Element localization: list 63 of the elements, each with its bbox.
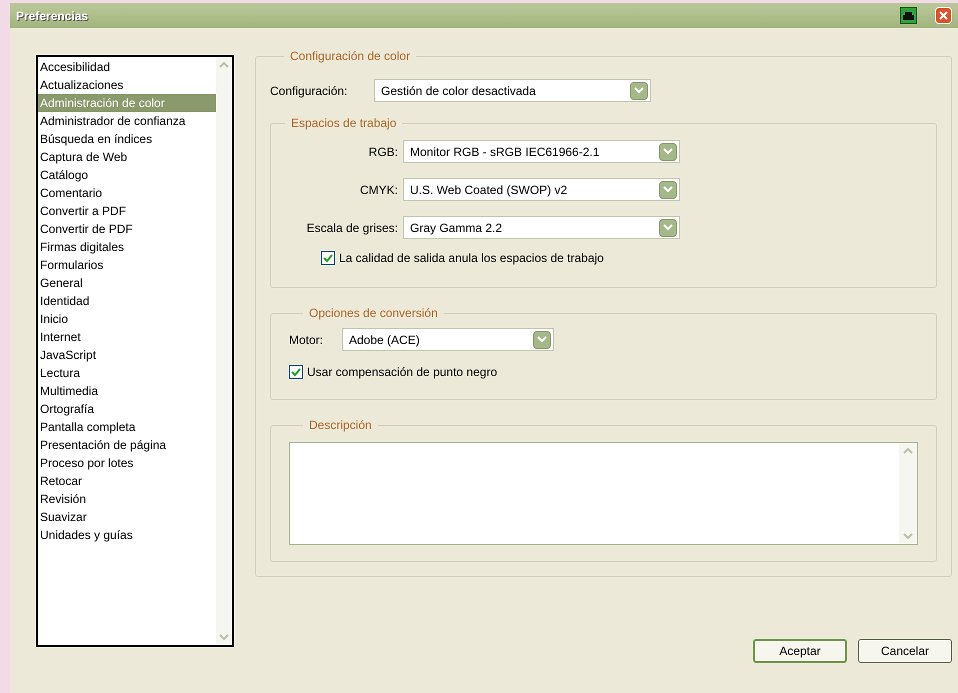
category-item[interactable]: Presentación de página bbox=[38, 436, 216, 454]
category-item[interactable]: Firmas digitales bbox=[38, 238, 216, 256]
category-item[interactable]: Actualizaciones bbox=[38, 76, 216, 94]
category-item[interactable]: Formularios bbox=[38, 256, 216, 274]
category-item[interactable]: Unidades y guías bbox=[38, 526, 216, 544]
dropdown[interactable]: U.S. Web Coated (SWOP) v2 bbox=[403, 178, 680, 201]
caret-icon bbox=[663, 224, 673, 231]
group-title: Configuración de color bbox=[289, 48, 412, 65]
category-item[interactable]: Convertir de PDF bbox=[38, 220, 216, 238]
caret-icon bbox=[537, 336, 547, 343]
checkbox[interactable] bbox=[289, 365, 303, 379]
category-item[interactable]: Captura de Web bbox=[38, 148, 216, 166]
category-item[interactable]: Retocar bbox=[38, 472, 216, 490]
dropdown[interactable]: Adobe (ACE) bbox=[342, 328, 554, 351]
caret-icon bbox=[634, 87, 644, 94]
close-icon bbox=[939, 11, 948, 20]
dropdown-button[interactable] bbox=[659, 142, 677, 160]
checkbox-label: Usar compensación de punto negro bbox=[307, 364, 498, 381]
field-label: Escala de grises: bbox=[306, 220, 399, 236]
description-area[interactable] bbox=[289, 442, 918, 545]
category-item[interactable]: Internet bbox=[38, 328, 216, 346]
category-item[interactable]: Identidad bbox=[38, 292, 216, 310]
field-label: CMYK: bbox=[358, 182, 399, 198]
field-label: RGB: bbox=[368, 144, 399, 160]
category-item[interactable]: Accesibilidad bbox=[38, 58, 216, 76]
category-item[interactable]: Proceso por lotes bbox=[38, 454, 216, 472]
group-title: Espacios de trabajo bbox=[290, 115, 398, 132]
dialog-button[interactable]: Cancelar bbox=[858, 639, 952, 663]
check-icon bbox=[291, 368, 301, 376]
close-button[interactable] bbox=[935, 7, 952, 24]
dropdown[interactable]: Gray Gamma 2.2 bbox=[403, 216, 680, 239]
dropdown-button[interactable] bbox=[659, 180, 677, 198]
caret-icon bbox=[663, 148, 673, 155]
category-item[interactable]: Convertir a PDF bbox=[38, 202, 216, 220]
category-item[interactable]: JavaScript bbox=[38, 346, 216, 364]
window-icon[interactable] bbox=[900, 7, 917, 24]
field-label: Configuración: bbox=[270, 82, 348, 100]
category-item[interactable]: Catálogo bbox=[38, 166, 216, 184]
dropdown[interactable]: Monitor RGB - sRGB IEC61966-2.1 bbox=[403, 140, 680, 163]
checkbox[interactable] bbox=[321, 251, 335, 265]
category-item[interactable]: Multimedia bbox=[38, 382, 216, 400]
category-item[interactable]: Suavizar bbox=[38, 508, 216, 526]
dropdown[interactable]: Gestión de color desactivada bbox=[374, 79, 651, 102]
category-item[interactable]: Revisión bbox=[38, 490, 216, 508]
caret-icon bbox=[663, 186, 673, 193]
category-item[interactable]: Inicio bbox=[38, 310, 216, 328]
category-item[interactable]: Administrador de confianza bbox=[38, 112, 216, 130]
field-label: Motor: bbox=[289, 332, 324, 348]
dropdown-button[interactable] bbox=[630, 82, 648, 100]
check-icon bbox=[323, 254, 333, 262]
dropdown-button[interactable] bbox=[659, 218, 677, 236]
category-item[interactable]: Búsqueda en índices bbox=[38, 130, 216, 148]
dropdown-button[interactable] bbox=[533, 330, 551, 348]
dialog-button[interactable]: Aceptar bbox=[753, 639, 847, 663]
group-title: Descripción bbox=[308, 417, 373, 434]
category-item[interactable]: Ortografía bbox=[38, 400, 216, 418]
checkbox-label: La calidad de salida anula los espacios de trabajo bbox=[339, 250, 604, 267]
category-item[interactable]: Comentario bbox=[38, 184, 216, 202]
category-item[interactable]: General bbox=[38, 274, 216, 292]
category-item[interactable]: Pantalla completa bbox=[38, 418, 216, 436]
group-title: Opciones de conversión bbox=[308, 305, 439, 322]
category-item[interactable]: Lectura bbox=[38, 364, 216, 382]
window-title: Preferencias bbox=[16, 8, 88, 24]
